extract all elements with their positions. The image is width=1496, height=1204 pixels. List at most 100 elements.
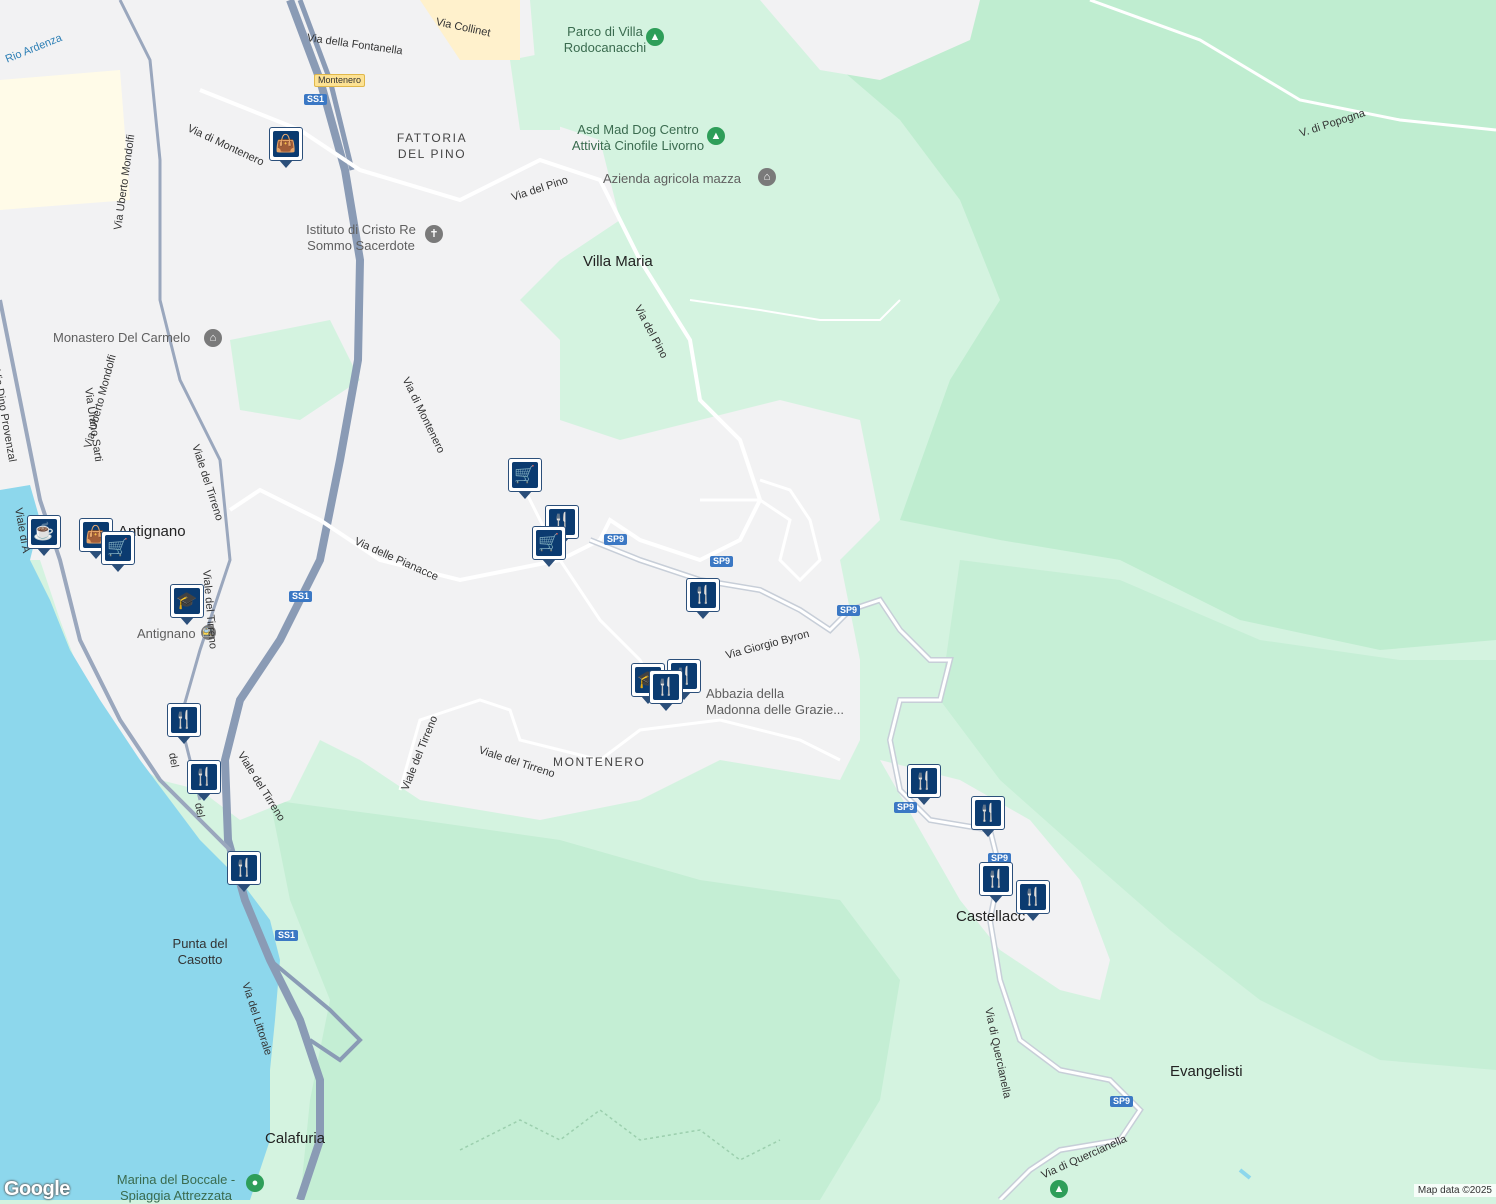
marker-tip — [237, 884, 251, 892]
marker-tip — [917, 797, 931, 805]
marker-restaurant[interactable]: 🍴 — [227, 851, 263, 895]
montenero-tag: Montenero — [314, 74, 366, 87]
school-icon: 🎓 — [174, 588, 200, 614]
marker-shopping-bag[interactable]: 👜 — [269, 127, 305, 171]
shopping-cart-icon: 🛒 — [105, 535, 131, 561]
marker-tip — [279, 160, 293, 168]
park-pin-icon[interactable]: ▲ — [707, 127, 725, 145]
marker-box: 🍴 — [167, 703, 201, 737]
marker-box: ☕ — [27, 515, 61, 549]
museum-pin-icon[interactable]: ⌂ — [758, 168, 776, 186]
poi-istituto-cristo-re[interactable]: Istituto di Cristo Re Sommo Sacerdote — [300, 222, 422, 254]
road-label-del-b: del — [192, 801, 207, 819]
district-line: DEL PINO — [397, 147, 467, 161]
road-label-del-a: del — [166, 751, 181, 769]
marker-restaurant[interactable]: 🍴 — [979, 862, 1015, 906]
poi-asd-mad-dog[interactable]: Asd Mad Dog Centro Attività Cinofile Liv… — [568, 122, 708, 154]
district-montenero: MONTENERO — [553, 755, 646, 769]
map-canvas[interactable] — [0, 0, 1496, 1200]
marker-restaurant[interactable]: 🍴 — [1016, 880, 1052, 924]
marker-box: 🍴 — [649, 670, 683, 704]
marker-box: 🍴 — [686, 578, 720, 612]
marker-box: 🍴 — [187, 760, 221, 794]
marker-restaurant[interactable]: 🍴 — [971, 796, 1007, 840]
marker-tip — [1026, 913, 1040, 921]
restaurant-icon: 🍴 — [911, 768, 937, 794]
coast-line: Punta del — [172, 936, 228, 951]
marker-tip — [111, 564, 125, 572]
poi-azienda-agricola-mazza[interactable]: Azienda agricola mazza — [603, 171, 741, 187]
marker-box: 🍴 — [227, 851, 261, 885]
poi-monastero-del-carmelo[interactable]: Monastero Del Carmelo — [53, 330, 190, 346]
marker-box: 🍴 — [1016, 880, 1050, 914]
poi-abbazia[interactable]: Abbazia della Madonna delle Grazie... — [706, 686, 844, 718]
poi-line: Abbazia della — [706, 686, 785, 701]
marker-box: 🎓 — [170, 584, 204, 618]
poi-line: Asd Mad Dog Centro — [577, 122, 699, 137]
poi-line: Spiaggia Attrezzata — [119, 1188, 233, 1203]
marker-box: 🛒 — [101, 531, 135, 565]
poi-line: Istituto di Cristo Re — [306, 222, 416, 237]
map-copyright[interactable]: Map data ©2025 — [1413, 1184, 1496, 1197]
restaurant-icon: 🍴 — [231, 855, 257, 881]
marker-box: 🍴 — [979, 862, 1013, 896]
poi-antignano-station[interactable]: Antignano — [137, 626, 196, 642]
restaurant-icon: 🍴 — [1020, 884, 1046, 910]
restaurant-icon: 🍴 — [171, 707, 197, 733]
place-punta-del-casotto: Punta del Casotto — [160, 936, 240, 968]
marker-tip — [37, 548, 51, 556]
shield-sp9: SP9 — [604, 534, 628, 545]
marker-tip — [180, 617, 194, 625]
shield-ss1: SS1 — [304, 94, 328, 105]
marker-tip — [197, 793, 211, 801]
marker-box: 🍴 — [907, 764, 941, 798]
place-calafuria: Calafuria — [265, 1130, 326, 1147]
church-pin-icon[interactable]: ⌂ — [204, 329, 222, 347]
restaurant-icon: 🍴 — [191, 764, 217, 790]
district-fattoria-del-pino: FATTORIA DEL PINO — [392, 130, 472, 162]
marker-restaurant[interactable]: 🍴 — [649, 670, 685, 714]
beach-pin-icon[interactable]: ● — [246, 1174, 264, 1192]
poi-marina-del-boccale[interactable]: Marina del Boccale - Spiaggia Attrezzata — [108, 1172, 244, 1204]
google-logo[interactable]: Google — [4, 1178, 70, 1201]
church-pin-icon[interactable]: ✝ — [425, 225, 443, 243]
restaurant-icon: 🍴 — [653, 674, 679, 700]
marker-tip — [659, 703, 673, 711]
marker-tip — [177, 736, 191, 744]
park-pin-icon[interactable]: ▲ — [646, 28, 664, 46]
shield-ss1: SS1 — [289, 591, 313, 602]
place-evangelisti: Evangelisti — [1170, 1063, 1243, 1080]
marker-tip — [518, 491, 532, 499]
coast-line: Casotto — [177, 952, 223, 967]
poi-parco-villa-rodocanacchi[interactable]: Parco di Villa Rodocanacchi — [555, 24, 655, 56]
marker-tip — [981, 829, 995, 837]
poi-line: Marina del Boccale - — [116, 1172, 236, 1187]
marker-cafe[interactable]: ☕ — [27, 515, 63, 559]
marker-restaurant[interactable]: 🍴 — [187, 760, 223, 804]
poi-line: Rodocanacchi — [563, 40, 647, 55]
shopping-bag-icon: 👜 — [273, 131, 299, 157]
marker-shopping-cart[interactable]: 🛒 — [508, 458, 544, 502]
marker-school[interactable]: 🎓 — [170, 584, 206, 628]
marker-restaurant[interactable]: 🍴 — [907, 764, 943, 808]
poi-line: Madonna delle Grazie... — [706, 702, 845, 717]
marker-tip — [542, 559, 556, 567]
camping-pin-icon[interactable]: ▲ — [1050, 1180, 1068, 1198]
restaurant-icon: 🍴 — [975, 800, 1001, 826]
marker-tip — [989, 895, 1003, 903]
shopping-cart-icon: 🛒 — [536, 530, 562, 556]
poi-line: Parco di Villa — [567, 24, 643, 39]
district-line: FATTORIA — [396, 131, 468, 145]
marker-shopping-cart[interactable]: 🛒 — [101, 531, 137, 575]
marker-shopping-cart[interactable]: 🛒 — [532, 526, 568, 570]
restaurant-icon: 🍴 — [983, 866, 1009, 892]
marker-box: 🍴 — [971, 796, 1005, 830]
marker-restaurant[interactable]: 🍴 — [686, 578, 722, 622]
marker-box: 🛒 — [508, 458, 542, 492]
shield-sp9: SP9 — [1110, 1096, 1134, 1107]
shield-ss1: SS1 — [275, 930, 299, 941]
place-villa-maria: Villa Maria — [583, 253, 653, 270]
poi-line: Attività Cinofile Livorno — [571, 138, 705, 153]
marker-box: 👜 — [269, 127, 303, 161]
marker-restaurant[interactable]: 🍴 — [167, 703, 203, 747]
